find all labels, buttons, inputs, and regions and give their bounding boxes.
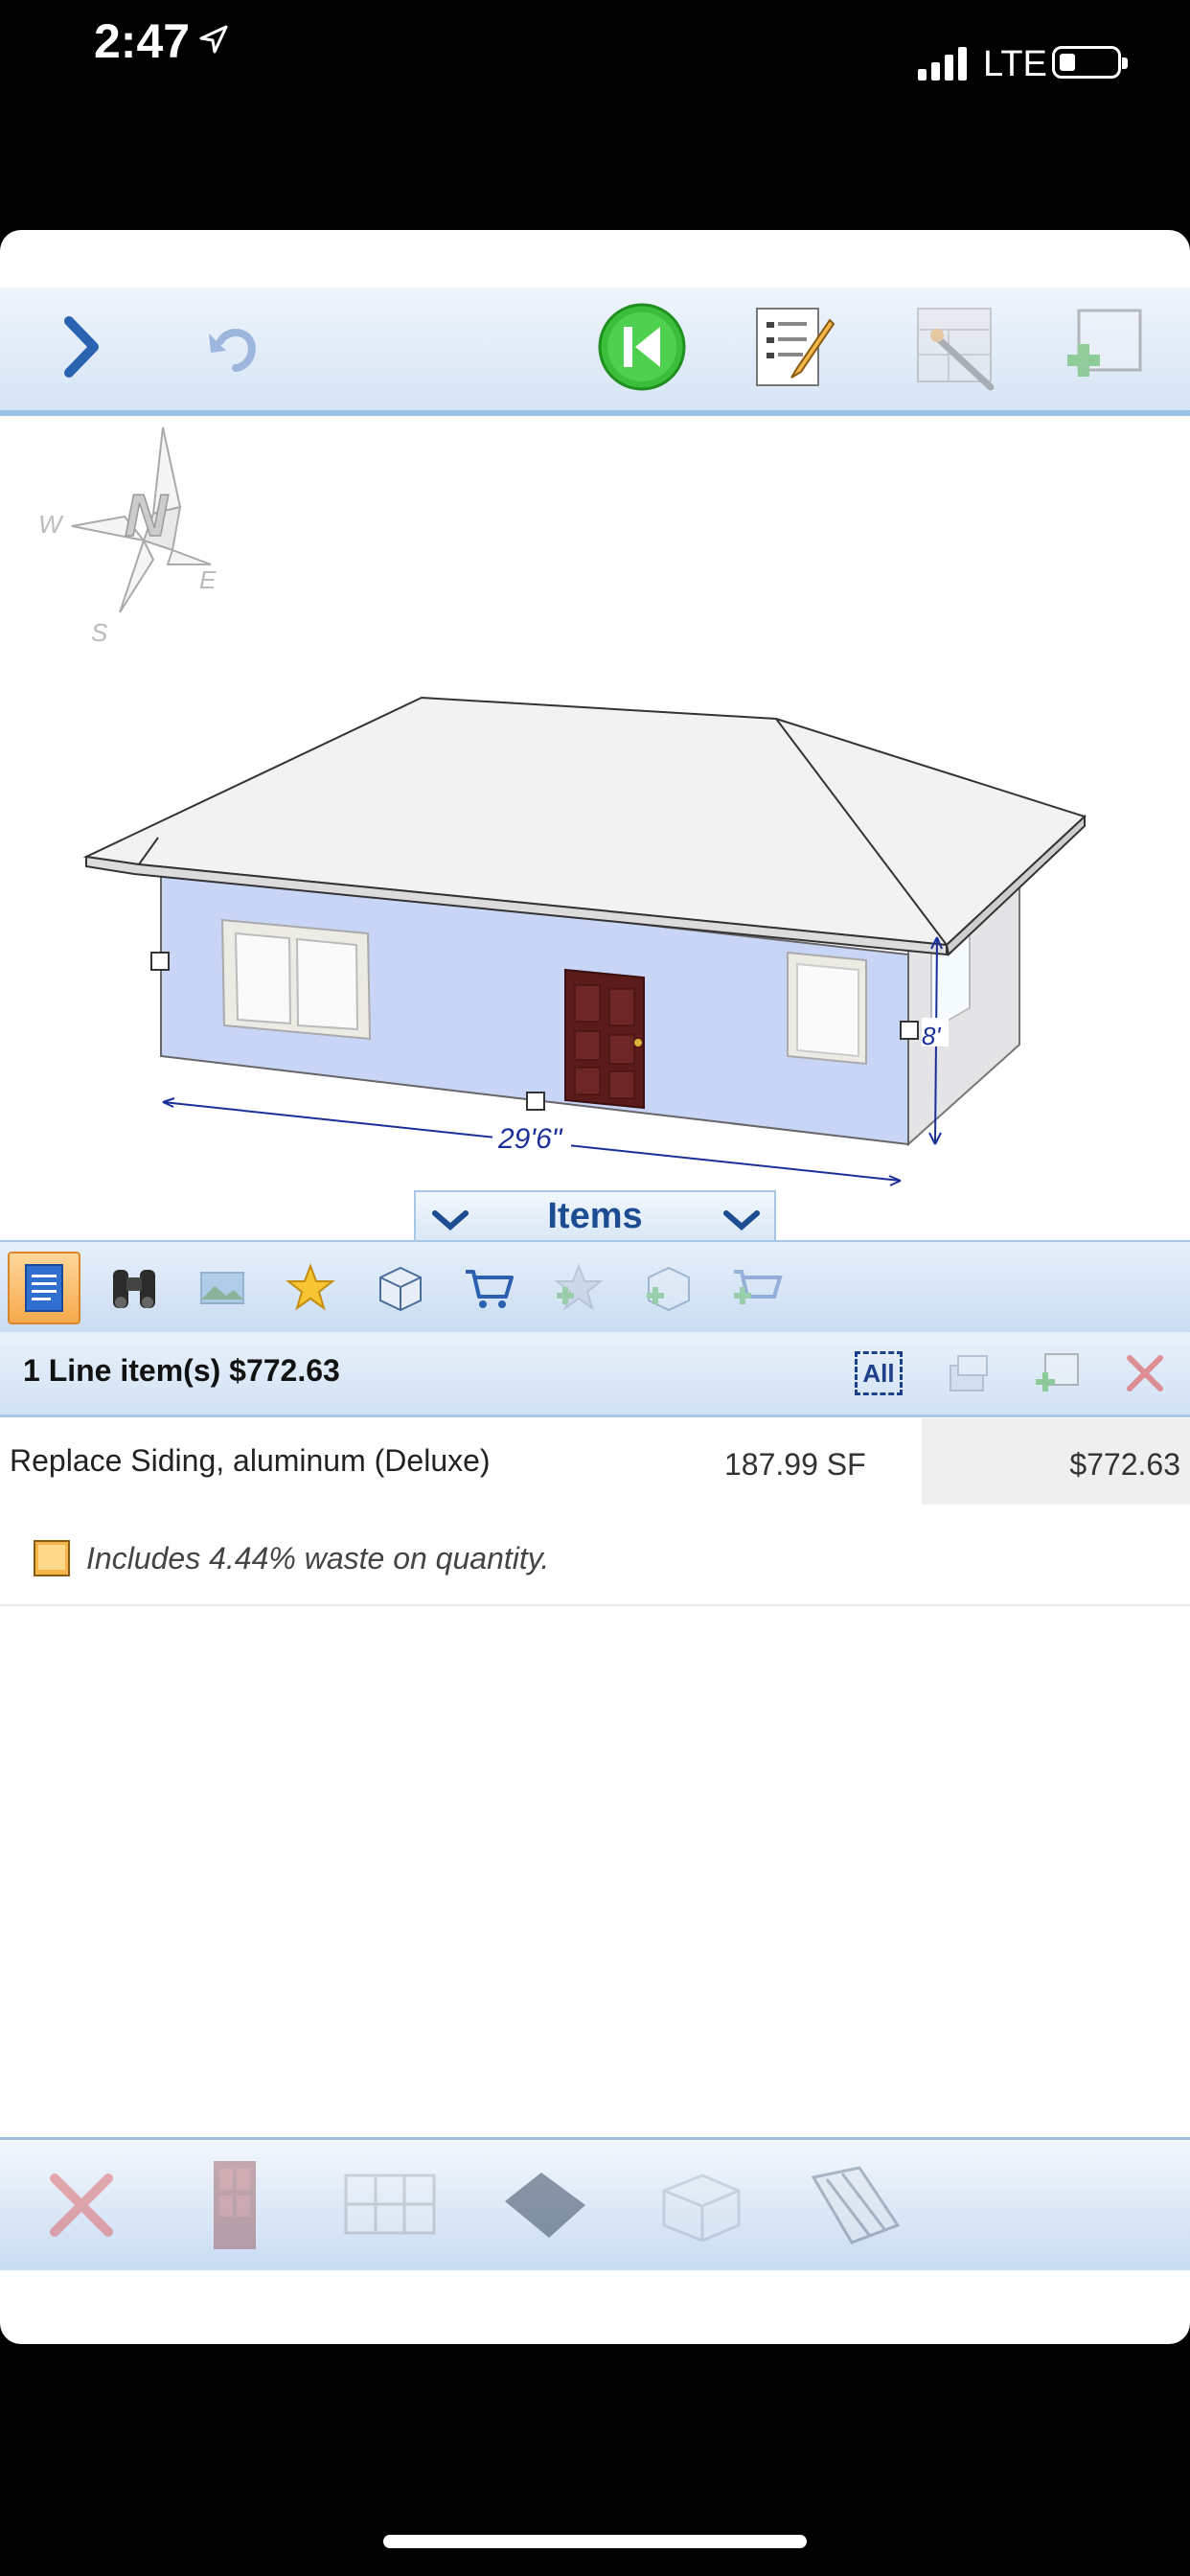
summary-text: 1 Line item(s) $772.63	[23, 1353, 340, 1388]
add-favorite-button[interactable]	[542, 1252, 615, 1324]
photos-button[interactable]	[186, 1252, 259, 1324]
add-assembly-button[interactable]	[632, 1252, 705, 1324]
bottom-toolbar	[0, 2137, 1190, 2270]
photo-icon	[200, 1272, 244, 1304]
resize-handle-right[interactable]	[900, 1021, 919, 1040]
skip-to-start-icon	[598, 303, 686, 391]
chevron-right-icon	[64, 316, 99, 378]
network-type: LTE	[983, 44, 1047, 84]
line-items-summary: 1 Line item(s) $772.63 All	[0, 1332, 1190, 1417]
compass-s: S	[91, 618, 108, 647]
home-indicator[interactable]	[383, 2535, 807, 2548]
battery-icon	[1052, 46, 1128, 79]
delete-button[interactable]	[29, 2157, 134, 2253]
compass-n: N	[125, 483, 169, 549]
cube-icon	[662, 2174, 741, 2242]
resize-handle-bottom[interactable]	[526, 1092, 545, 1111]
search-items-button[interactable]	[98, 1252, 171, 1324]
note-text: Includes 4.44% waste on quantity.	[86, 1541, 550, 1576]
favorites-button[interactable]	[274, 1252, 347, 1324]
items-tab[interactable]: Items	[414, 1190, 776, 1240]
move-items-button[interactable]	[941, 1346, 996, 1401]
sticky-note-icon	[34, 1540, 70, 1576]
box-add-icon	[647, 1266, 690, 1312]
location-arrow-icon	[199, 25, 228, 54]
status-bar: 2:47 LTE	[0, 0, 1190, 230]
line-item-description: Replace Siding, aluminum (Deluxe)	[10, 1443, 491, 1478]
select-all-button[interactable]: All	[855, 1351, 903, 1395]
status-time: 2:47	[94, 14, 191, 68]
top-toolbar	[0, 288, 1190, 416]
assemblies-button[interactable]	[364, 1252, 437, 1324]
line-item-quantity: 187.99 SF	[724, 1447, 866, 1482]
resize-handle-left[interactable]	[150, 952, 170, 971]
add-roof-button[interactable]	[803, 2157, 908, 2253]
star-icon	[286, 1263, 335, 1311]
compass-w: W	[38, 510, 64, 539]
roof-pitch-icon	[811, 2166, 901, 2244]
undo-button[interactable]	[184, 299, 280, 395]
signal-icon	[918, 47, 967, 80]
items-icon-bar	[0, 1240, 1190, 1334]
add-line-item-button[interactable]	[1029, 1346, 1085, 1401]
star-add-icon	[554, 1263, 604, 1311]
door[interactable]	[564, 968, 645, 1110]
window-icon	[344, 2174, 436, 2235]
box-icon	[379, 1266, 422, 1312]
add-room-button[interactable]	[648, 2157, 753, 2253]
cart-button[interactable]	[452, 1252, 525, 1324]
close-icon	[1127, 1355, 1163, 1392]
line-items-icon	[25, 1264, 63, 1312]
move-items-icon	[950, 1355, 988, 1392]
previous-button[interactable]	[594, 299, 690, 395]
cart-add-icon	[734, 1270, 783, 1304]
line-item-note: Includes 4.44% waste on quantity.	[0, 1514, 1190, 1606]
height-dimension-label: 8'	[922, 1022, 941, 1050]
delete-line-item-button[interactable]	[1117, 1346, 1173, 1401]
width-dimension-label: 29'6"	[497, 1123, 563, 1155]
forward-button[interactable]	[33, 299, 128, 395]
cart-icon	[466, 1270, 514, 1308]
binoculars-icon	[113, 1270, 155, 1308]
door-icon	[214, 2161, 256, 2249]
delete-icon	[50, 2174, 113, 2237]
add-item-icon	[1036, 1353, 1079, 1392]
magic-wand-icon	[917, 308, 995, 391]
chevron-down-icon[interactable]	[721, 1206, 763, 1234]
line-item-total-cell: $772.63	[922, 1418, 1190, 1505]
add-floor-button[interactable]	[492, 2157, 598, 2253]
window-left[interactable]	[220, 918, 372, 1041]
add-door-button[interactable]	[182, 2157, 287, 2253]
add-window-button[interactable]	[337, 2157, 443, 2253]
wand-tool-button[interactable]	[908, 299, 1004, 395]
line-item-total: $772.63	[1069, 1447, 1180, 1482]
table-row[interactable]: Replace Siding, aluminum (Deluxe) 187.99…	[0, 1418, 1190, 1505]
compass-e: E	[199, 565, 217, 594]
window-right[interactable]	[787, 951, 867, 1066]
add-item-icon	[1067, 309, 1142, 377]
edit-notes-icon	[756, 308, 835, 386]
app-window: N E S W 29'6" 8' Items 1 Line item(s) $7…	[0, 230, 1190, 2344]
floor-plane-icon	[505, 2173, 585, 2238]
add-item-button[interactable]	[1056, 299, 1152, 395]
notes-button[interactable]	[745, 299, 841, 395]
add-to-cart-button[interactable]	[721, 1252, 793, 1324]
line-items-button[interactable]	[8, 1252, 80, 1324]
undo-icon	[209, 329, 256, 372]
compass-icon: N E S W	[38, 426, 217, 647]
